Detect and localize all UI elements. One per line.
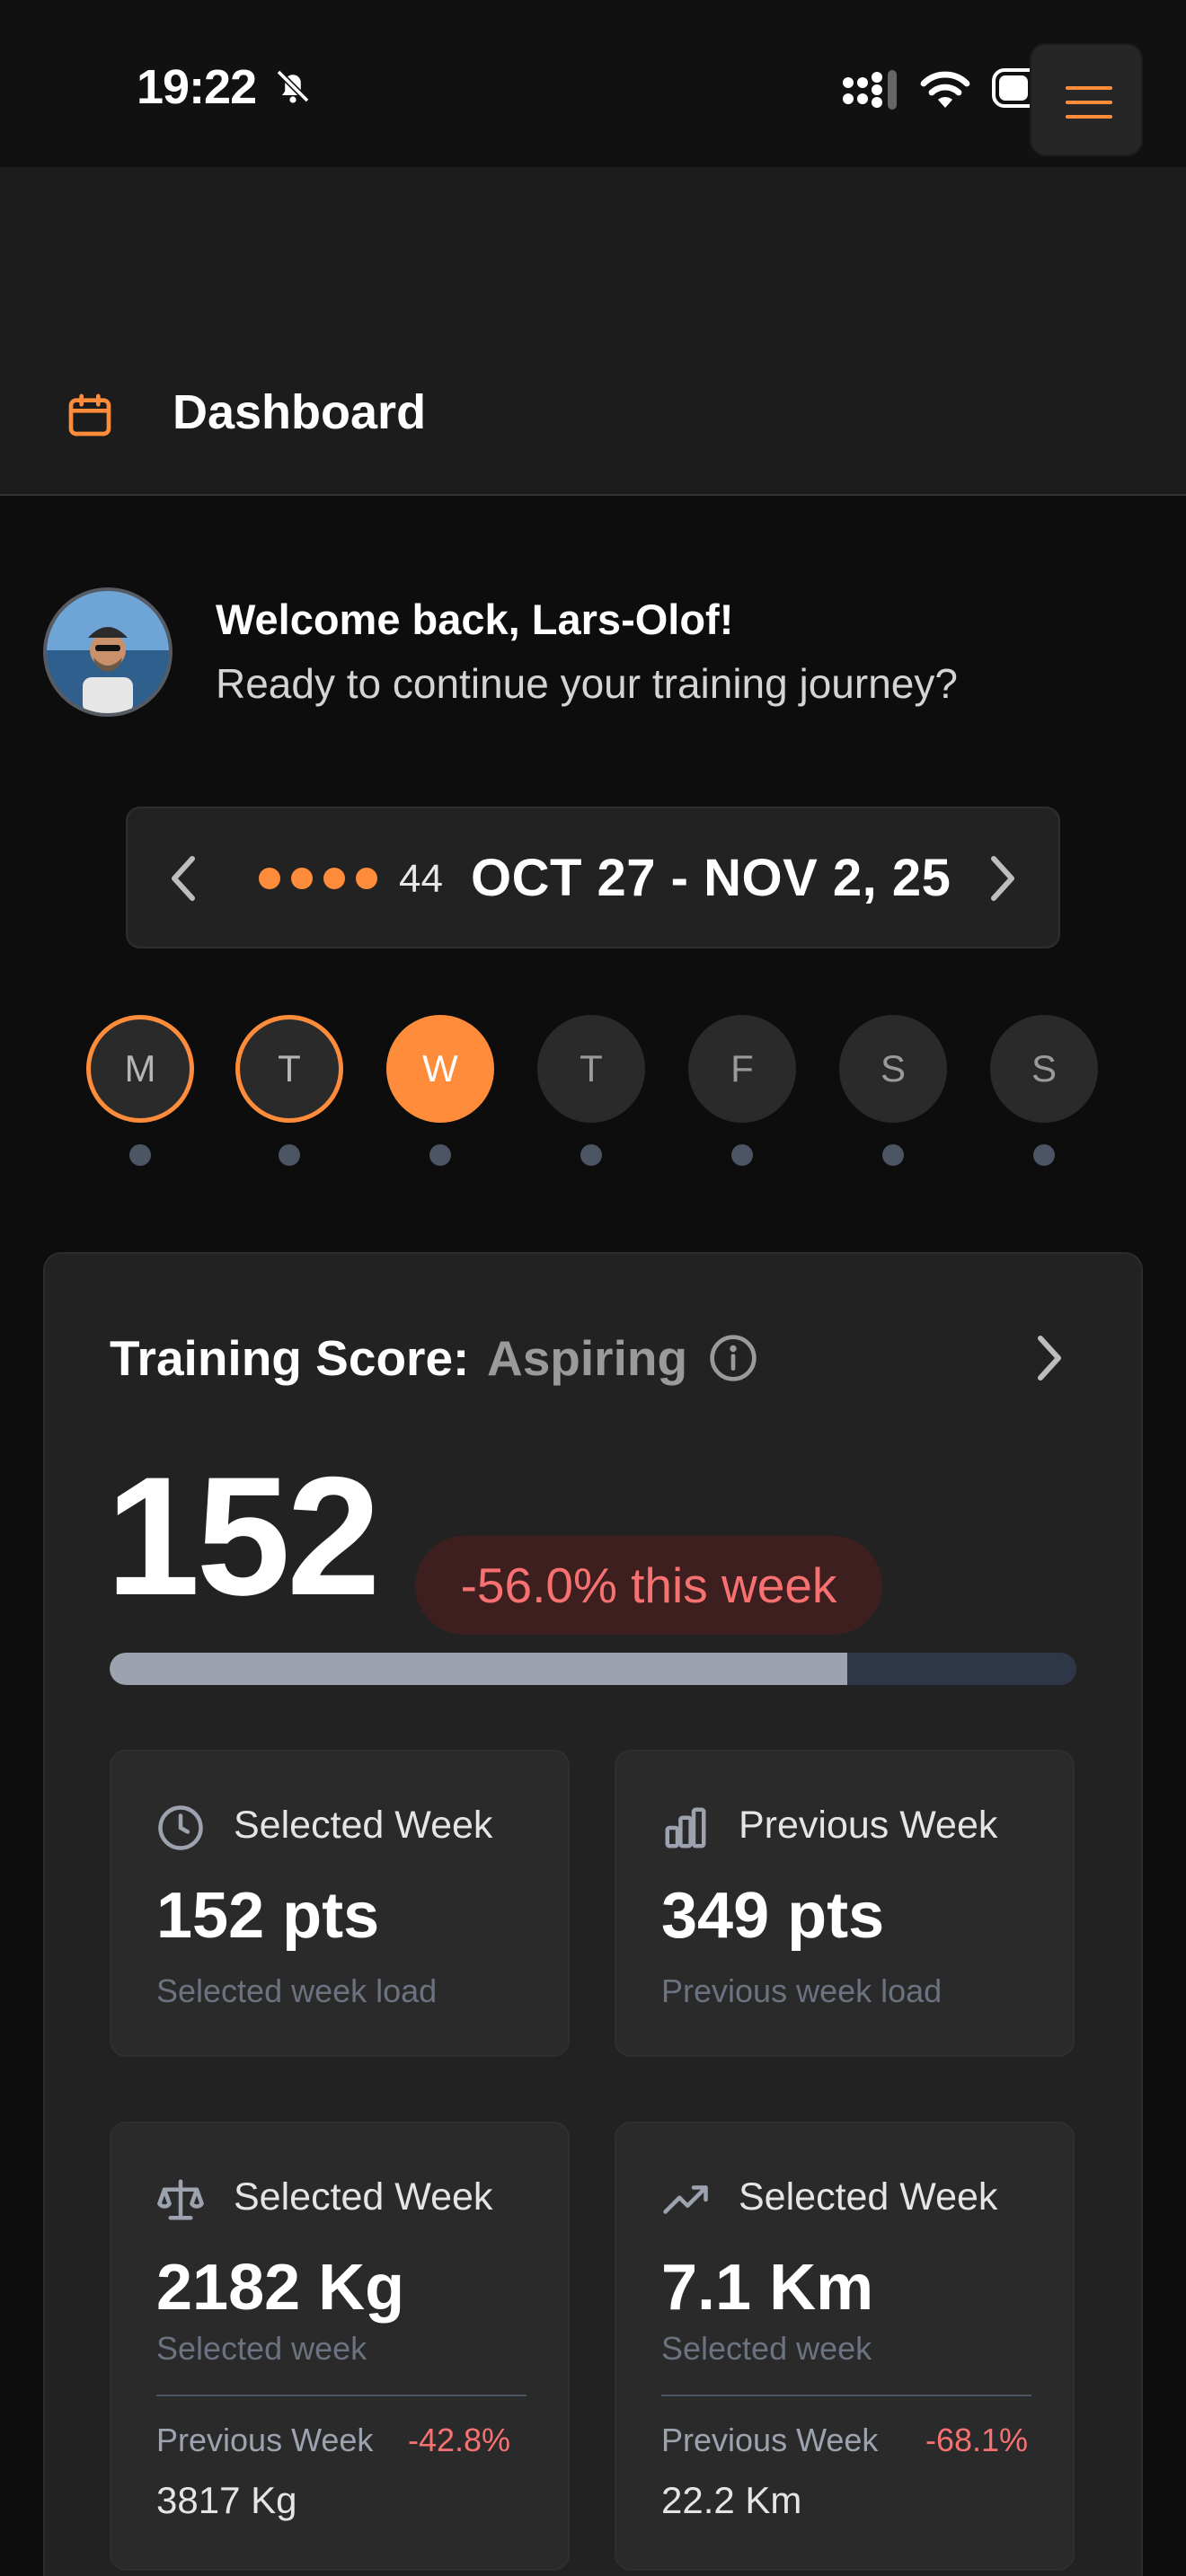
day-indicator-dot: [429, 1144, 451, 1166]
welcome-title: Welcome back, Lars-Olof!: [216, 595, 734, 643]
trending-up-icon: [663, 2185, 708, 2214]
week-dot: [356, 868, 377, 889]
page-header: [0, 167, 1186, 496]
week-dot: [291, 868, 313, 889]
day-wednesday[interactable]: W: [386, 1015, 494, 1123]
stat-value: 2182 Kg: [156, 2252, 405, 2324]
stat-subtitle: Previous week load: [661, 1972, 943, 2009]
previous-week-value: 3817 Kg: [156, 2479, 297, 2521]
chevron-right-icon[interactable]: [1033, 1333, 1066, 1383]
stat-subtitle: Selected week: [156, 2330, 367, 2367]
week-dot: [259, 868, 280, 889]
stat-title: Selected Week: [739, 2175, 998, 2219]
status-time: 19:22: [137, 60, 257, 114]
selected-week-distance-box: Selected Week 7.1 Km Selected week Previ…: [615, 2122, 1075, 2571]
week-number: 44: [399, 857, 443, 901]
day-indicator-dot: [1033, 1144, 1055, 1166]
day-saturday[interactable]: S: [839, 1015, 947, 1123]
info-icon[interactable]: [708, 1333, 758, 1383]
day-indicator-dot: [129, 1144, 151, 1166]
selected-week-weight-box: Selected Week 2182 Kg Selected week Prev…: [110, 2122, 570, 2571]
hamburger-menu-icon: [1066, 86, 1112, 119]
avatar-photo: [47, 591, 169, 713]
stat-title: Selected Week: [234, 1804, 493, 1847]
bar-chart-icon: [665, 1807, 706, 1848]
previous-week-change: -68.1%: [925, 2422, 1029, 2458]
divider: [661, 2395, 1031, 2396]
cellular-signal-icon: [843, 70, 897, 110]
previous-week-label: Previous Week: [661, 2422, 879, 2458]
training-score-level: Aspiring: [487, 1330, 688, 1386]
week-selector: 44 OCT 27 - NOV 2, 25: [126, 807, 1060, 948]
score-change-badge: -56.0% this week: [415, 1536, 882, 1635]
score-progress-bar: [110, 1653, 1076, 1685]
week-range: OCT 27 - NOV 2, 25: [471, 849, 951, 907]
clock-icon: [158, 1805, 203, 1850]
calendar-icon: [68, 393, 111, 437]
previous-week-change: -42.8%: [408, 2422, 511, 2458]
training-score-label: Training Score:: [110, 1330, 470, 1386]
week-dot: [323, 868, 345, 889]
stat-value: 349 pts: [661, 1880, 885, 1952]
day-sunday[interactable]: S: [990, 1015, 1098, 1123]
chevron-left-icon[interactable]: [167, 853, 199, 904]
day-indicator-dot: [882, 1144, 904, 1166]
bell-muted-icon: [276, 69, 310, 103]
stat-subtitle: Selected week: [661, 2330, 872, 2367]
divider: [156, 2395, 527, 2396]
status-bar: 19:22: [0, 0, 1186, 167]
day-tuesday[interactable]: T: [235, 1015, 343, 1123]
welcome-subtitle: Ready to continue your training journey?: [216, 660, 958, 707]
previous-week-load-box: Previous Week 349 pts Previous week load: [615, 1750, 1075, 2057]
avatar[interactable]: [43, 587, 173, 717]
scale-icon: [157, 2179, 204, 2220]
wifi-icon: [920, 71, 970, 108]
menu-button[interactable]: [1030, 43, 1143, 156]
day-indicator-dot: [731, 1144, 753, 1166]
selected-week-load-box: Selected Week 152 pts Selected week load: [110, 1750, 570, 2057]
week-progress-dots: [259, 868, 377, 889]
previous-week-value: 22.2 Km: [661, 2479, 802, 2521]
stat-title: Previous Week: [739, 1804, 998, 1847]
stat-value: 152 pts: [156, 1880, 380, 1952]
score-progress-fill: [110, 1653, 847, 1685]
stat-title: Selected Week: [234, 2175, 493, 2219]
stat-value: 7.1 Km: [661, 2252, 874, 2324]
training-score-value: 152: [106, 1442, 381, 1630]
day-indicator-dot: [279, 1144, 300, 1166]
day-indicator-dot: [580, 1144, 602, 1166]
previous-week-label: Previous Week: [156, 2422, 374, 2458]
stat-subtitle: Selected week load: [156, 1972, 438, 2009]
page-title: Dashboard: [173, 385, 427, 439]
day-friday[interactable]: F: [688, 1015, 796, 1123]
day-monday[interactable]: M: [86, 1015, 194, 1123]
day-thursday[interactable]: T: [537, 1015, 645, 1123]
chevron-right-icon[interactable]: [987, 853, 1019, 904]
